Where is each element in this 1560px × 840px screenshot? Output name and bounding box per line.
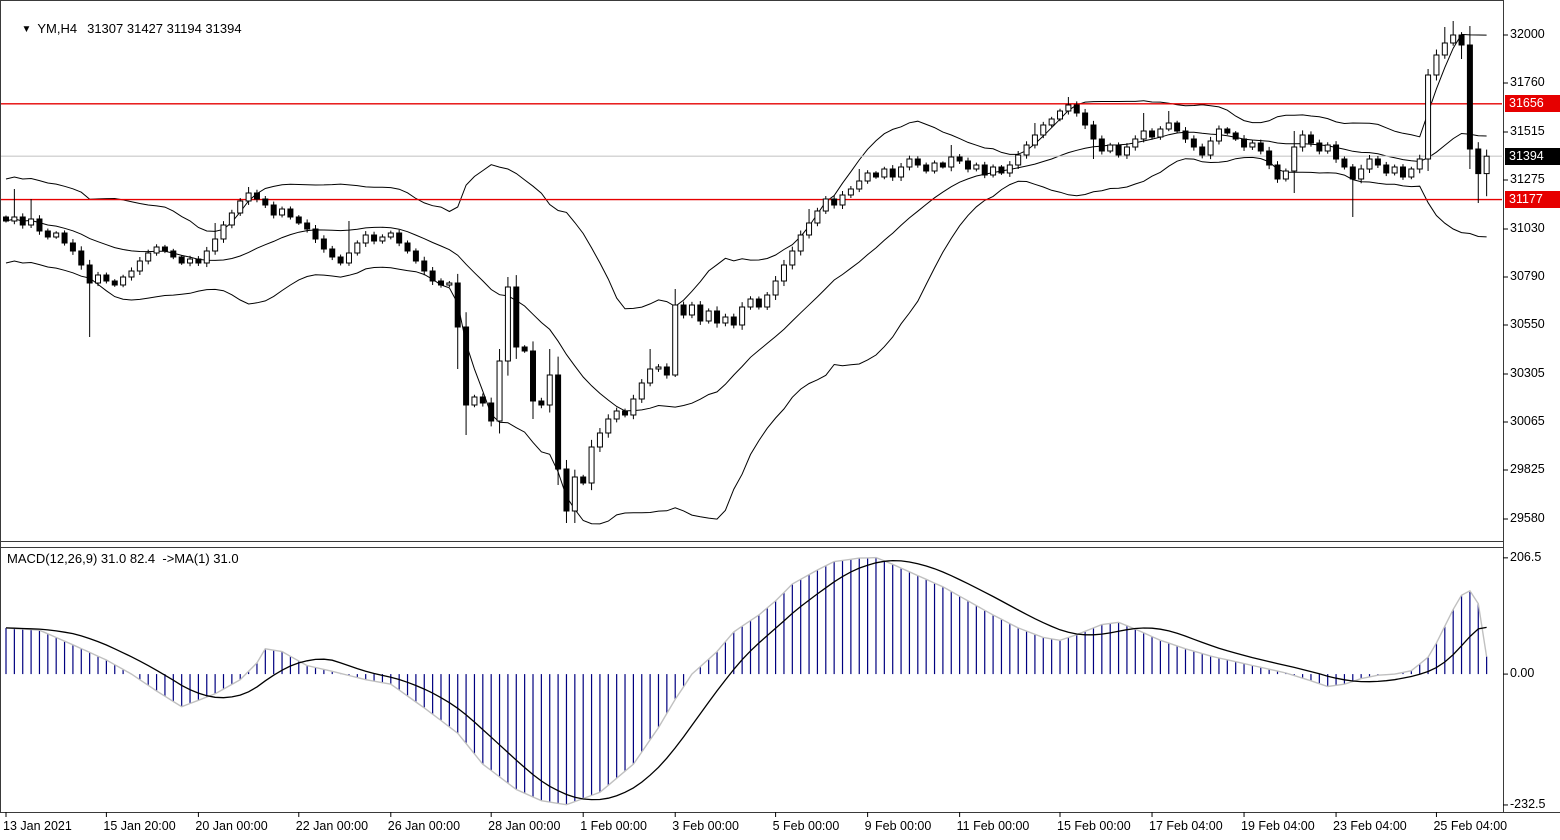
time-axis-label: 20 Jan 00:00 [195,819,267,833]
chart-canvas[interactable] [0,0,1560,840]
time-axis-label: 9 Feb 00:00 [865,819,932,833]
level-price-label: 31177 [1505,191,1560,208]
price-axis-label: 29580 [1510,511,1545,526]
time-axis-label: 15 Feb 00:00 [1057,819,1131,833]
price-axis-label: 29825 [1510,462,1545,477]
time-axis-label: 1 Feb 00:00 [580,819,647,833]
time-axis-label: 17 Feb 04:00 [1149,819,1223,833]
macd-axis-label: 206.5 [1510,550,1541,565]
ohlc-values: 31307 31427 31194 31394 [87,21,241,36]
price-axis-label: 30550 [1510,317,1545,332]
price-axis-label: 30305 [1510,366,1545,381]
time-axis-label: 3 Feb 00:00 [672,819,739,833]
time-axis-label: 15 Jan 20:00 [103,819,175,833]
price-axis-label: 31030 [1510,221,1545,236]
macd-axis-label: -232.5 [1510,797,1545,812]
symbol-timeframe-label: YM,H4 [37,21,77,36]
trading-chart-window: ▼ YM,H4 31307 31427 31194 31394 MACD(12,26… [0,0,1560,840]
symbol-header: ▼ YM,H4 31307 31427 31194 31394 [7,6,242,51]
pane-divider[interactable] [0,541,1503,548]
price-axis-label: 31760 [1510,75,1545,90]
current-price-label: 31394 [1505,148,1560,165]
time-axis-label: 11 Feb 00:00 [957,819,1030,833]
time-axis-label: 25 Feb 04:00 [1433,819,1507,833]
price-axis-label: 30790 [1510,269,1545,284]
price-axis-label: 31275 [1510,172,1545,187]
time-axis-label: 26 Jan 00:00 [388,819,460,833]
time-axis-label: 5 Feb 00:00 [773,819,840,833]
price-axis-label: 30065 [1510,414,1545,429]
macd-axis-label: 0.00 [1510,666,1534,681]
time-axis-label: 19 Feb 04:00 [1241,819,1315,833]
price-axis[interactable] [1503,0,1560,812]
time-axis-label: 22 Jan 00:00 [296,819,368,833]
macd-indicator-label: MACD(12,26,9) 31.0 82.4 ->MA(1) 31.0 [7,551,239,566]
direction-down-icon: ▼ [21,24,31,35]
time-axis-label: 28 Jan 00:00 [488,819,560,833]
price-axis-label: 32000 [1510,27,1545,42]
time-axis-label: 23 Feb 04:00 [1333,819,1407,833]
time-axis-label: 13 Jan 2021 [3,819,72,833]
level-price-label: 31656 [1505,95,1560,112]
price-axis-label: 31515 [1510,124,1545,139]
